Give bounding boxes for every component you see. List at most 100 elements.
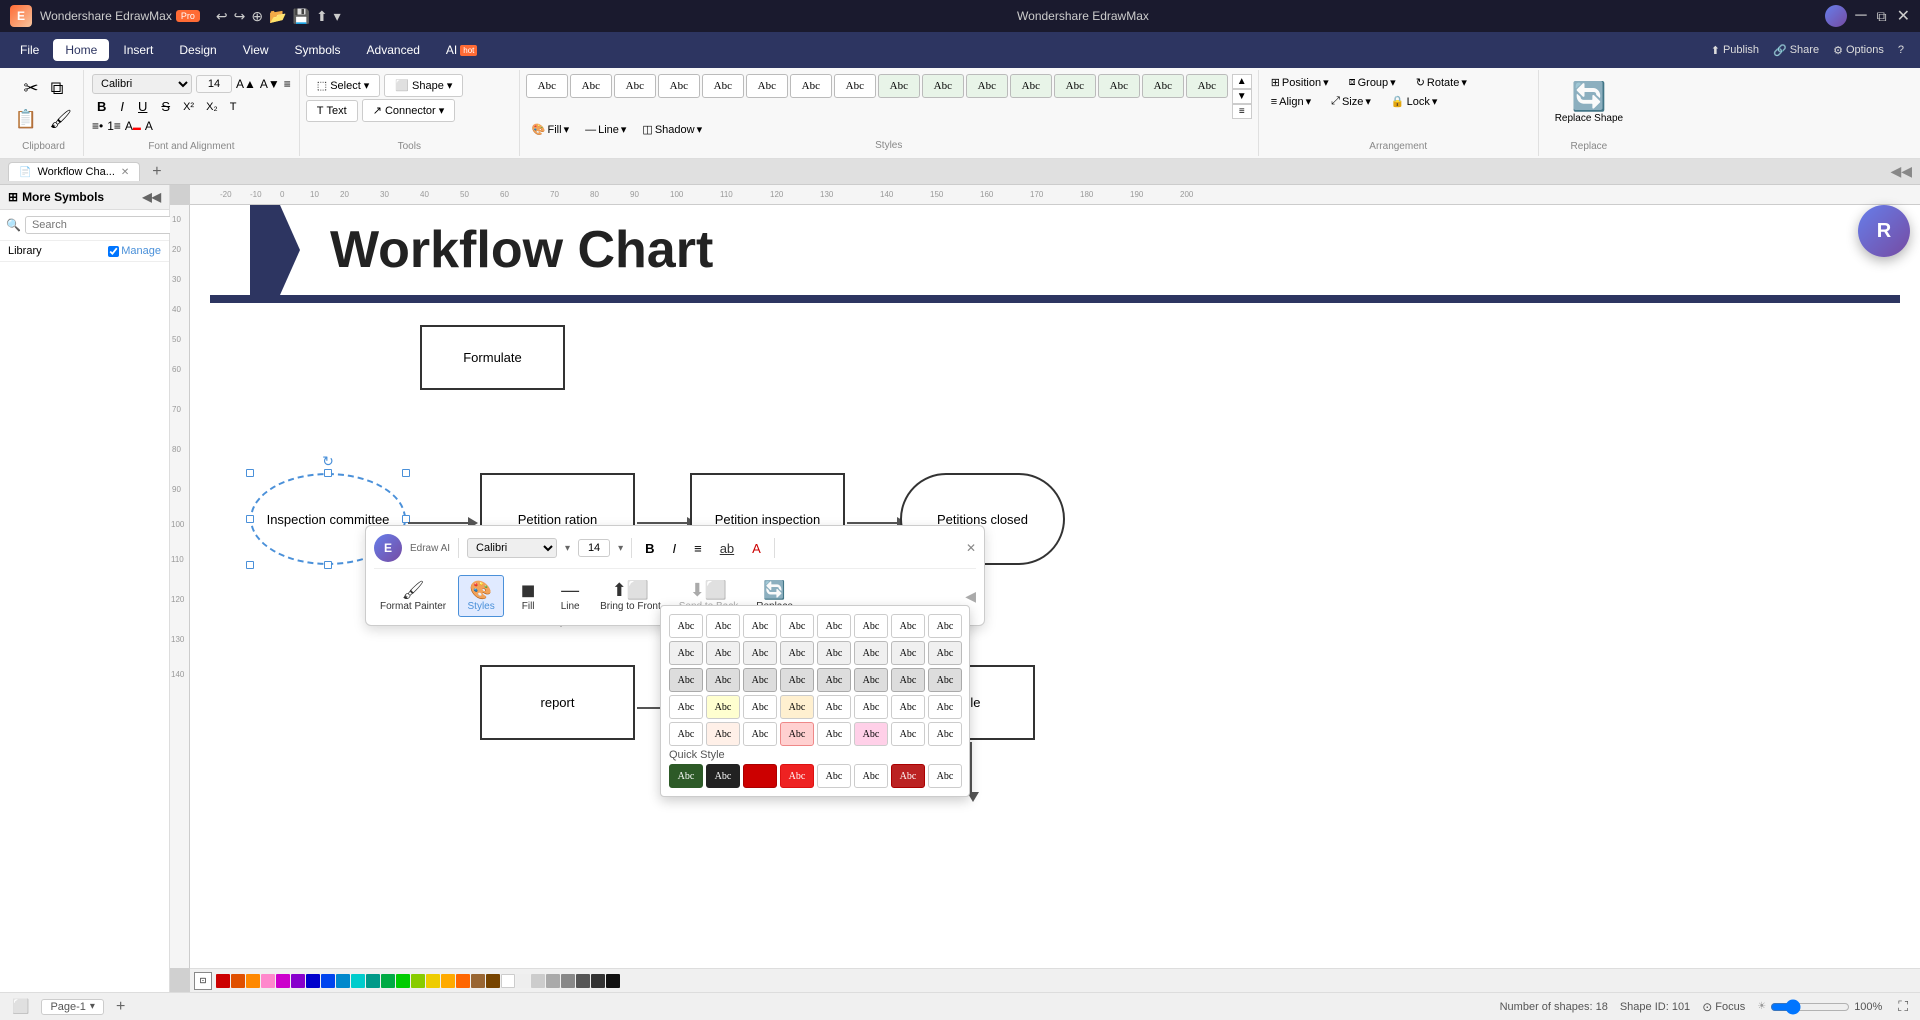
qs-r1c3[interactable]: Abc xyxy=(743,614,777,638)
qs-r1c8[interactable]: Abc xyxy=(928,614,962,638)
num-list-btn[interactable]: 1≡ xyxy=(107,119,121,133)
bold-btn[interactable]: B xyxy=(92,97,111,116)
collapse-panel-btn[interactable]: ◀◀ xyxy=(1890,163,1912,180)
qs-r1c1[interactable]: Abc xyxy=(669,614,703,638)
font-name-select[interactable]: Calibri xyxy=(92,74,192,94)
style-cell-6[interactable]: Abc xyxy=(746,74,788,98)
search-input[interactable] xyxy=(25,216,181,234)
qs-r4c1[interactable]: Abc xyxy=(669,695,703,719)
replace-shape-btn[interactable]: 🔄 Replace Shape xyxy=(1549,74,1629,130)
publish-btn[interactable]: ⬆Publish xyxy=(1711,44,1759,57)
qs-r3c7[interactable]: Abc xyxy=(891,668,925,692)
edraw-ai-icon[interactable]: E xyxy=(374,534,402,562)
color-cyan[interactable] xyxy=(351,974,365,988)
style-cell-8[interactable]: Abc xyxy=(834,74,876,98)
qs-r2c4[interactable]: Abc xyxy=(780,641,814,665)
undo-btn[interactable]: ↩ xyxy=(216,8,228,25)
color-brown1[interactable] xyxy=(471,974,485,988)
lock-btn[interactable]: 🔒Lock▾ xyxy=(1385,93,1443,110)
format-paste-btn[interactable]: 🖌 xyxy=(45,105,76,134)
qs-r2c5[interactable]: Abc xyxy=(817,641,851,665)
canvas-area[interactable]: -20 -10 0 10 20 30 40 50 60 70 80 90 100… xyxy=(170,185,1920,992)
format-painter-btn[interactable]: 🖌 Format Painter xyxy=(374,576,452,616)
qs-r1c2[interactable]: Abc xyxy=(706,614,740,638)
help-btn[interactable]: ? xyxy=(1898,44,1904,56)
color-lgray1[interactable] xyxy=(516,974,530,988)
qs-r2c6[interactable]: Abc xyxy=(854,641,888,665)
fill-btn[interactable]: 🎨Fill▾ xyxy=(526,121,575,138)
qs-r4c5[interactable]: Abc xyxy=(817,695,851,719)
menu-insert[interactable]: Insert xyxy=(111,39,165,61)
close-btn[interactable]: ✕ xyxy=(1897,6,1910,26)
menu-ai[interactable]: AI hot xyxy=(434,39,489,61)
qs-r6c6[interactable]: Abc xyxy=(854,764,888,788)
new-tab-btn[interactable]: ⊕ xyxy=(251,8,263,25)
restore-btn[interactable]: ⧉ xyxy=(1877,8,1887,25)
color-lgray2[interactable] xyxy=(531,974,545,988)
position-btn[interactable]: ⊞Position▾ xyxy=(1265,74,1335,91)
color-gray1[interactable] xyxy=(546,974,560,988)
shape-formulate[interactable]: Formulate xyxy=(420,325,565,390)
options-btn[interactable]: ⚙Options xyxy=(1833,44,1884,57)
collapse-left-btn[interactable]: ◀◀ xyxy=(143,190,161,204)
styles-down-btn[interactable]: ▼ xyxy=(1232,89,1252,104)
superscript-btn[interactable]: X² xyxy=(179,99,198,115)
bring-to-front-btn[interactable]: ⬆⬜ Bring to Front xyxy=(594,576,667,616)
qs-r4c6[interactable]: Abc xyxy=(854,695,888,719)
color-teal2[interactable] xyxy=(366,974,380,988)
qs-r2c3[interactable]: Abc xyxy=(743,641,777,665)
style-cell-7[interactable]: Abc xyxy=(790,74,832,98)
styles-more-btn[interactable]: ≡ xyxy=(1232,104,1252,119)
float-font-select[interactable]: Calibri xyxy=(467,538,557,558)
bullet-list-btn[interactable]: ≡• xyxy=(92,119,103,133)
float-underline[interactable]: ab xyxy=(715,539,739,558)
color-teal1[interactable] xyxy=(336,974,350,988)
doc-tab[interactable]: 📄 Workflow Cha... ✕ xyxy=(8,162,140,181)
qs-r5c7[interactable]: Abc xyxy=(891,722,925,746)
add-tab-btn[interactable]: + xyxy=(144,160,169,184)
open-btn[interactable]: 📂 xyxy=(269,8,286,25)
style-cell-1[interactable]: Abc xyxy=(526,74,568,98)
share-btn[interactable]: 🔗Share xyxy=(1773,44,1819,57)
collapse-toolbar-btn[interactable]: ◀ xyxy=(965,588,976,605)
text-btn-ribbon[interactable]: T xyxy=(226,99,241,115)
style-cell-4[interactable]: Abc xyxy=(658,74,700,98)
style-cell-10[interactable]: Abc xyxy=(922,74,964,98)
font-dec-btn[interactable]: A▼ xyxy=(260,77,280,91)
line-action-btn[interactable]: — Line xyxy=(552,576,588,616)
style-cell-16[interactable]: Abc xyxy=(1186,74,1228,98)
menu-advanced[interactable]: Advanced xyxy=(355,39,432,61)
color-green2[interactable] xyxy=(396,974,410,988)
connector-btn[interactable]: ↗Connector▾ xyxy=(362,99,456,122)
shape-btn[interactable]: ⬜Shape▾ xyxy=(384,74,463,97)
underline-btn[interactable]: U xyxy=(133,97,152,116)
user-avatar[interactable] xyxy=(1825,5,1847,27)
qs-r3c6[interactable]: Abc xyxy=(854,668,888,692)
qs-r3c5[interactable]: Abc xyxy=(817,668,851,692)
qs-r3c8[interactable]: Abc xyxy=(928,668,962,692)
qs-r6c2[interactable]: Abc xyxy=(706,764,740,788)
fill-action-btn[interactable]: ◼ Fill xyxy=(510,576,546,616)
font-color-btn[interactable]: A▬ xyxy=(125,119,141,133)
qs-r4c2[interactable]: Abc xyxy=(706,695,740,719)
color-orange2[interactable] xyxy=(456,974,470,988)
page-nav-btn[interactable]: ⬜ xyxy=(12,998,29,1015)
qs-r6c7[interactable]: Abc xyxy=(891,764,925,788)
line-btn[interactable]: —Line▾ xyxy=(579,121,632,138)
qs-r6c1[interactable]: Abc xyxy=(669,764,703,788)
shadow-btn[interactable]: ◫Shadow▾ xyxy=(636,121,708,138)
qs-r1c5[interactable]: Abc xyxy=(817,614,851,638)
cut-btn[interactable]: ✂ xyxy=(20,74,43,103)
qs-r1c7[interactable]: Abc xyxy=(891,614,925,638)
qs-r2c8[interactable]: Abc xyxy=(928,641,962,665)
size-btn[interactable]: ⤢Size▾ xyxy=(1325,93,1377,110)
align-btn[interactable]: ≡Align▾ xyxy=(1265,93,1317,110)
text-align-btn[interactable]: ≡ xyxy=(284,77,291,91)
float-italic[interactable]: I xyxy=(667,539,681,558)
font-inc-btn[interactable]: A▲ xyxy=(236,77,256,91)
color-blue2[interactable] xyxy=(321,974,335,988)
color-dgray1[interactable] xyxy=(576,974,590,988)
redo-btn[interactable]: ↪ xyxy=(234,8,246,25)
style-cell-3[interactable]: Abc xyxy=(614,74,656,98)
float-bold[interactable]: B xyxy=(640,539,659,558)
